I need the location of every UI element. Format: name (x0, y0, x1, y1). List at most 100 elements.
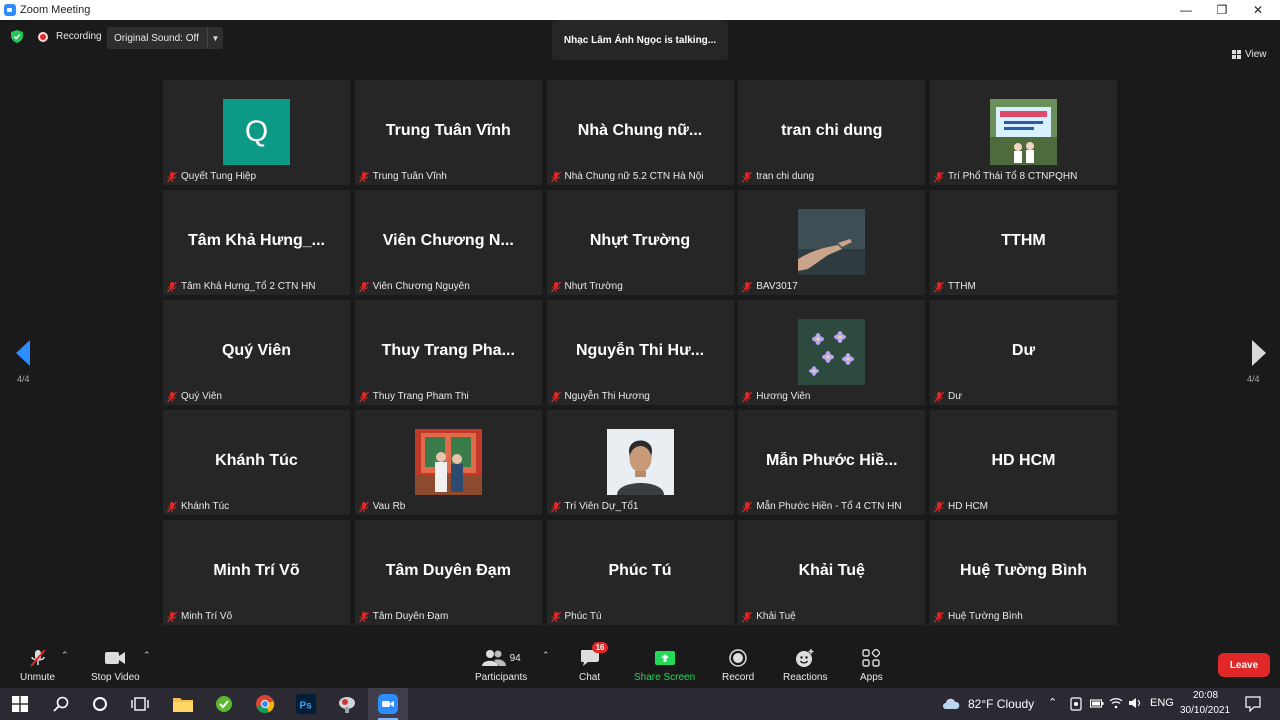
muted-mic-icon (933, 280, 945, 293)
participant-tile[interactable]: Phúc Tú Phúc Tú (546, 520, 734, 625)
participant-tile[interactable]: Trí Phổ Thái Tổ 8 CTNPQHN (930, 80, 1117, 185)
participant-tile[interactable]: Vau Rb (354, 410, 542, 515)
wifi-icon[interactable] (1109, 697, 1123, 709)
participant-tile[interactable]: Dư Dư (930, 300, 1117, 405)
minimize-icon[interactable]: — (1168, 0, 1204, 20)
input-language[interactable]: ENG (1150, 697, 1174, 709)
participant-tile[interactable]: Trí Viên Dự_Tổ1 (546, 410, 734, 515)
audio-options-chevron-icon[interactable]: ⌃ (61, 650, 69, 661)
chevron-down-icon[interactable]: ▼ (207, 27, 223, 49)
apps-button[interactable]: Apps (860, 648, 883, 683)
muted-mic-icon (550, 500, 562, 513)
participant-tile[interactable]: Nhựt Trường Nhựt Trường (546, 190, 734, 295)
muted-mic-icon (358, 500, 370, 513)
close-icon[interactable]: ✕ (1240, 0, 1276, 20)
participant-name-bar: Trí Viên Dự_Tổ1 (550, 499, 638, 513)
recording-label[interactable]: Recording (56, 31, 102, 42)
participant-tile[interactable]: Nhà Chung nữ... Nhà Chung nữ 5.2 CTN Hà N… (546, 80, 734, 185)
window-titlebar: Zoom Meeting — ❐ ✕ (0, 0, 1280, 20)
participant-tile[interactable]: Tâm Khả Hưng_... Tâm Khả Hưng_Tổ 2 CTN HN (163, 190, 350, 295)
participant-tile[interactable]: Trung Tuân Vĩnh Trung Tuân Vĩnh (354, 80, 542, 185)
participant-tile[interactable]: Nguyễn Thi Hư... Nguyễn Thi Hương (546, 300, 734, 405)
next-page-arrow-icon[interactable] (1248, 340, 1268, 366)
participant-name-label: Trí Phổ Thái Tổ 8 CTNPQHN (948, 170, 1078, 182)
participant-tile[interactable]: Minh Trí Võ Minh Trí Võ (163, 520, 350, 625)
participant-tile[interactable]: Khánh Túc Khánh Túc (163, 410, 350, 515)
previous-page-arrow-icon[interactable] (14, 340, 34, 366)
participant-tile[interactable]: Viên Chương N... Viên Chương Nguyên (354, 190, 542, 295)
participant-tile[interactable]: HD HCM HD HCM (930, 410, 1117, 515)
participant-display-name: Nguyễn Thi Hư... (575, 342, 705, 359)
original-sound-toggle[interactable]: Original Sound: Off ▼ (107, 27, 223, 49)
app-icon-5[interactable] (336, 693, 358, 715)
participant-name-label: Minh Trí Võ (181, 610, 233, 622)
unmute-button[interactable]: Unmute (20, 648, 55, 683)
svg-text:Ps: Ps (300, 701, 313, 712)
participant-name-bar: Nguyễn Thi Hương (550, 389, 650, 403)
search-icon[interactable] (50, 693, 72, 715)
leave-button[interactable]: Leave (1218, 653, 1270, 677)
weather-text[interactable]: 82°F Cloudy (968, 697, 1034, 711)
record-button[interactable]: Record (722, 648, 754, 683)
participant-name-label: Mẫn Phước Hiền - Tổ 4 CTN HN (756, 500, 902, 512)
participant-tile[interactable]: tran chi dung tran chi dung (738, 80, 926, 185)
muted-mic-icon (741, 170, 753, 183)
network-drive-icon[interactable] (1070, 697, 1082, 711)
muted-mic-icon (166, 170, 178, 183)
participants-options-chevron-icon[interactable]: ⌃ (542, 650, 550, 661)
participant-name-label: Viên Chương Nguyên (372, 280, 470, 292)
participant-tile[interactable]: Quý Viên Quý Viên (163, 300, 350, 405)
cortana-icon[interactable] (89, 693, 111, 715)
task-view-icon[interactable] (129, 693, 151, 715)
original-sound-label[interactable]: Original Sound: Off (107, 33, 207, 44)
zoom-taskbar-icon[interactable] (377, 693, 399, 715)
share-screen-button[interactable]: Share Screen (634, 648, 695, 683)
greenshot-icon[interactable] (213, 693, 235, 715)
participant-name-bar: Trí Phổ Thái Tổ 8 CTNPQHN (933, 169, 1077, 183)
participant-tile[interactable]: Khải Tuệ Khải Tuệ (738, 520, 926, 625)
notifications-icon[interactable] (1245, 696, 1261, 712)
battery-icon[interactable] (1090, 698, 1104, 709)
participant-display-name: Khải Tuệ (798, 562, 865, 579)
participant-name-bar: Minh Trí Võ (166, 609, 232, 623)
shield-icon[interactable] (11, 30, 23, 43)
video-options-chevron-icon[interactable]: ⌃ (143, 650, 151, 661)
participant-tile[interactable]: BAV3017 (738, 190, 926, 295)
clock-time[interactable]: 20:08 (1193, 690, 1218, 701)
participant-display-name: HD HCM (991, 452, 1056, 469)
participant-name-bar: Tâm Khả Hưng_Tổ 2 CTN HN (166, 279, 316, 293)
photoshop-icon[interactable]: Ps (295, 693, 317, 715)
participants-button[interactable]: 94 Participants (475, 648, 527, 683)
view-button[interactable]: View (1232, 49, 1267, 60)
participant-name-bar: Vau Rb (358, 499, 406, 513)
clock-date[interactable]: 30/10/2021 (1180, 705, 1230, 716)
participant-display-name: Minh Trí Võ (213, 562, 300, 579)
stop-video-button[interactable]: Stop Video (91, 648, 140, 683)
show-hidden-icons-chevron-icon[interactable]: ⌃ (1048, 696, 1057, 709)
participant-tile[interactable]: TTHM TTHM (930, 190, 1117, 295)
recording-icon[interactable] (38, 32, 48, 42)
participant-tile[interactable]: Huệ Tường Bình Huệ Tường Bình (930, 520, 1117, 625)
participant-name-label: BAV3017 (756, 280, 798, 292)
windows-start-icon[interactable] (9, 693, 31, 715)
participant-tile[interactable]: Mẫn Phước Hiề... Mẫn Phước Hiền - Tổ 4 CT… (738, 410, 926, 515)
reactions-button[interactable]: Reactions (783, 648, 827, 683)
maximize-icon[interactable]: ❐ (1204, 0, 1240, 20)
file-explorer-icon[interactable] (172, 693, 194, 715)
participant-display-name: Thuy Trang Pha... (381, 342, 515, 359)
chat-button[interactable]: 16 Chat (579, 642, 609, 683)
cloud-icon[interactable] (941, 696, 961, 710)
participant-tile[interactable]: Tâm Duyên Đạm Tâm Duyên Đạm (354, 520, 542, 625)
record-label: Record (722, 672, 755, 683)
participant-name-label: Vau Rb (372, 500, 406, 512)
participant-tile[interactable]: Hương Viên (738, 300, 926, 405)
muted-mic-icon (741, 610, 753, 623)
participant-name-label: Hương Viên (756, 390, 811, 402)
participant-name-bar: Nhà Chung nữ 5.2 CTN Hà Nội (550, 169, 703, 183)
participant-tile[interactable]: Q Quyết Tung Hiệp (163, 80, 350, 185)
chrome-icon[interactable] (254, 693, 276, 715)
participant-name-label: Quyết Tung Hiệp (181, 170, 257, 182)
participant-tile[interactable]: Thuy Trang Pha... Thuy Trang Pham Thi (354, 300, 542, 405)
volume-icon[interactable] (1128, 697, 1142, 709)
participant-name-bar: Phúc Tú (550, 609, 602, 623)
